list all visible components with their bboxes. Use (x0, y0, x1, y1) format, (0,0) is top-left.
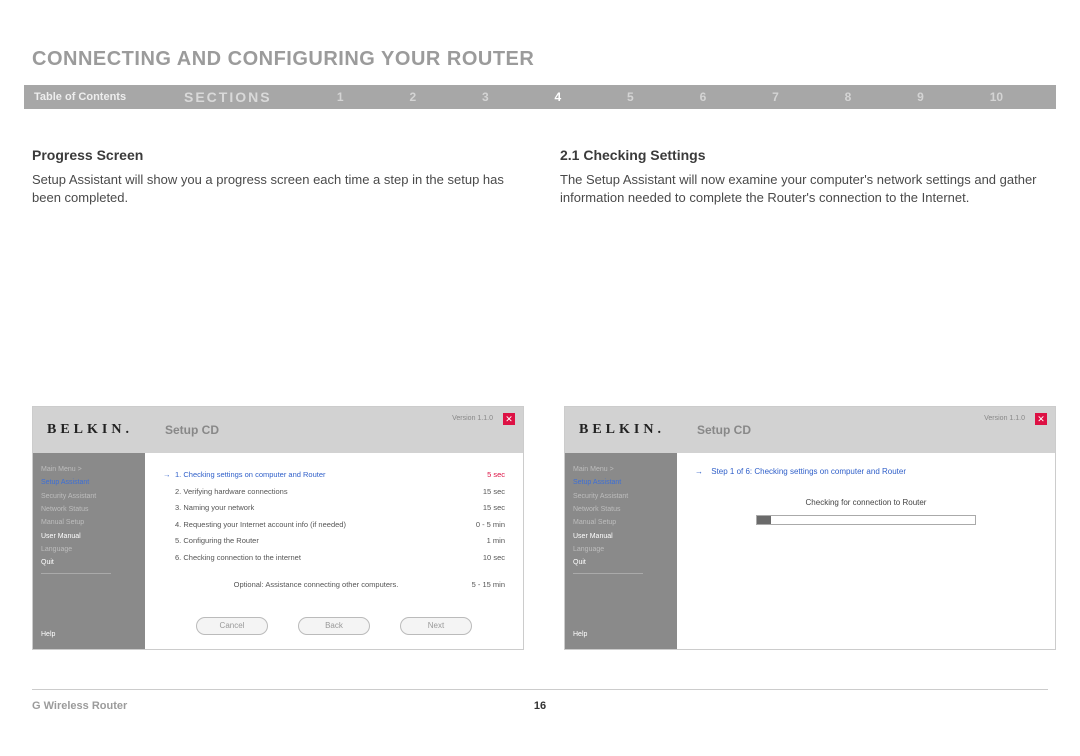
step-label: Checking settings on computer and Router (183, 467, 457, 484)
step-num: 3. (175, 500, 181, 517)
side-security-assistant[interactable]: Security Assistant (573, 490, 669, 503)
left-heading: Progress Screen (32, 147, 520, 163)
step-label: Naming your network (183, 500, 457, 517)
step-row-4: 4. Requesting your Internet account info… (163, 517, 505, 534)
shot2-sidebar: Main Menu > Setup Assistant Security Ass… (565, 453, 677, 649)
step-row-5: 5. Configuring the Router 1 min (163, 533, 505, 550)
close-icon[interactable]: ✕ (503, 413, 515, 425)
step-num: 1. (175, 467, 181, 484)
right-heading: 2.1 Checking Settings (560, 147, 1048, 163)
side-quit[interactable]: Quit (573, 556, 669, 569)
side-divider (573, 573, 643, 574)
optional-row: Optional: Assistance connecting other co… (163, 580, 505, 589)
shot2-version: Version 1.1.0 (984, 415, 1025, 422)
progress-bar (756, 515, 976, 525)
page-title: CONNECTING AND CONFIGURING YOUR ROUTER (0, 0, 1080, 85)
side-quit[interactable]: Quit (41, 556, 137, 569)
side-manual-setup[interactable]: Manual Setup (41, 516, 137, 529)
side-user-manual[interactable]: User Manual (573, 530, 669, 543)
right-body: The Setup Assistant will now examine you… (560, 171, 1048, 206)
side-user-manual[interactable]: User Manual (41, 530, 137, 543)
step-num: 4. (175, 517, 181, 534)
arrow-icon: → (695, 467, 703, 476)
next-button[interactable]: Next (400, 617, 472, 635)
side-language[interactable]: Language (41, 543, 137, 556)
step-time: 0 - 5 min (457, 517, 505, 534)
screenshot-checking: BELKIN. Setup CD Version 1.1.0 ✕ Main Me… (564, 406, 1056, 650)
step-label: Verifying hardware connections (183, 484, 457, 501)
side-security-assistant[interactable]: Security Assistant (41, 490, 137, 503)
footer-product: G Wireless Router (32, 700, 127, 712)
step-row-3: 3. Naming your network 15 sec (163, 500, 505, 517)
nav-num-5[interactable]: 5 (627, 90, 634, 104)
step-label: Configuring the Router (183, 533, 457, 550)
shot2-subtitle: Setup CD (697, 423, 751, 437)
side-setup-assistant[interactable]: Setup Assistant (41, 476, 137, 489)
step-num: 5. (175, 533, 181, 550)
checking-message: Checking for connection to Router (695, 498, 1037, 507)
nav-numbers: 1 2 3 4 5 6 7 8 9 10 (304, 90, 1056, 104)
step-row-6: 6. Checking connection to the internet 1… (163, 550, 505, 567)
step-time: 15 sec (457, 484, 505, 501)
shot1-main: → 1. Checking settings on computer and R… (145, 453, 523, 649)
side-divider (41, 573, 111, 574)
step-time: 10 sec (457, 550, 505, 567)
nav-num-10[interactable]: 10 (990, 90, 1003, 104)
shot1-sidebar: Main Menu > Setup Assistant Security Ass… (33, 453, 145, 649)
step-time: 5 sec (457, 467, 505, 484)
nav-num-8[interactable]: 8 (845, 90, 852, 104)
cancel-button[interactable]: Cancel (196, 617, 268, 635)
side-language[interactable]: Language (573, 543, 669, 556)
screenshot-progress: BELKIN. Setup CD Version 1.1.0 ✕ Main Me… (32, 406, 524, 650)
side-main-menu[interactable]: Main Menu > (573, 463, 669, 476)
belkin-logo: BELKIN. (33, 422, 165, 438)
side-network-status[interactable]: Network Status (41, 503, 137, 516)
close-icon[interactable]: ✕ (1035, 413, 1047, 425)
arrow-icon: → (163, 467, 175, 484)
step-num: 2. (175, 484, 181, 501)
shot2-main: → Step 1 of 6: Checking settings on comp… (677, 453, 1055, 649)
step-row-2: 2. Verifying hardware connections 15 sec (163, 484, 505, 501)
side-manual-setup[interactable]: Manual Setup (573, 516, 669, 529)
shot1-version: Version 1.1.0 (452, 415, 493, 422)
page-footer: G Wireless Router 16 (32, 689, 1048, 712)
nav-num-6[interactable]: 6 (700, 90, 707, 104)
nav-toc-link[interactable]: Table of Contents (24, 91, 184, 103)
optional-time: 5 - 15 min (457, 580, 505, 589)
nav-num-1[interactable]: 1 (337, 90, 344, 104)
nav-num-4[interactable]: 4 (555, 90, 562, 104)
page-number: 16 (534, 700, 546, 712)
nav-num-2[interactable]: 2 (409, 90, 416, 104)
left-column: Progress Screen Setup Assistant will sho… (32, 147, 520, 206)
optional-label: Optional: Assistance connecting other co… (234, 580, 399, 589)
belkin-logo: BELKIN. (565, 422, 697, 438)
step-label: Requesting your Internet account info (i… (183, 517, 457, 534)
step-time: 15 sec (457, 500, 505, 517)
side-network-status[interactable]: Network Status (573, 503, 669, 516)
back-button[interactable]: Back (298, 617, 370, 635)
left-body: Setup Assistant will show you a progress… (32, 171, 520, 206)
step-row-1: → 1. Checking settings on computer and R… (163, 467, 505, 484)
nav-num-7[interactable]: 7 (772, 90, 779, 104)
shot1-header: BELKIN. Setup CD Version 1.1.0 ✕ (33, 407, 523, 453)
checking-step-title-text: Step 1 of 6: Checking settings on comput… (711, 467, 906, 476)
side-setup-assistant[interactable]: Setup Assistant (573, 476, 669, 489)
checking-step-title: → Step 1 of 6: Checking settings on comp… (695, 467, 1037, 476)
step-label: Checking connection to the internet (183, 550, 457, 567)
side-help[interactable]: Help (573, 628, 587, 641)
section-nav-bar: Table of Contents SECTIONS 1 2 3 4 5 6 7… (24, 85, 1056, 109)
right-column: 2.1 Checking Settings The Setup Assistan… (560, 147, 1048, 206)
progress-fill (757, 516, 771, 524)
nav-num-9[interactable]: 9 (917, 90, 924, 104)
step-time: 1 min (457, 533, 505, 550)
shot2-header: BELKIN. Setup CD Version 1.1.0 ✕ (565, 407, 1055, 453)
side-help[interactable]: Help (41, 628, 55, 641)
side-main-menu[interactable]: Main Menu > (41, 463, 137, 476)
nav-num-3[interactable]: 3 (482, 90, 489, 104)
step-num: 6. (175, 550, 181, 567)
nav-sections-label: SECTIONS (184, 89, 304, 105)
shot1-subtitle: Setup CD (165, 423, 219, 437)
